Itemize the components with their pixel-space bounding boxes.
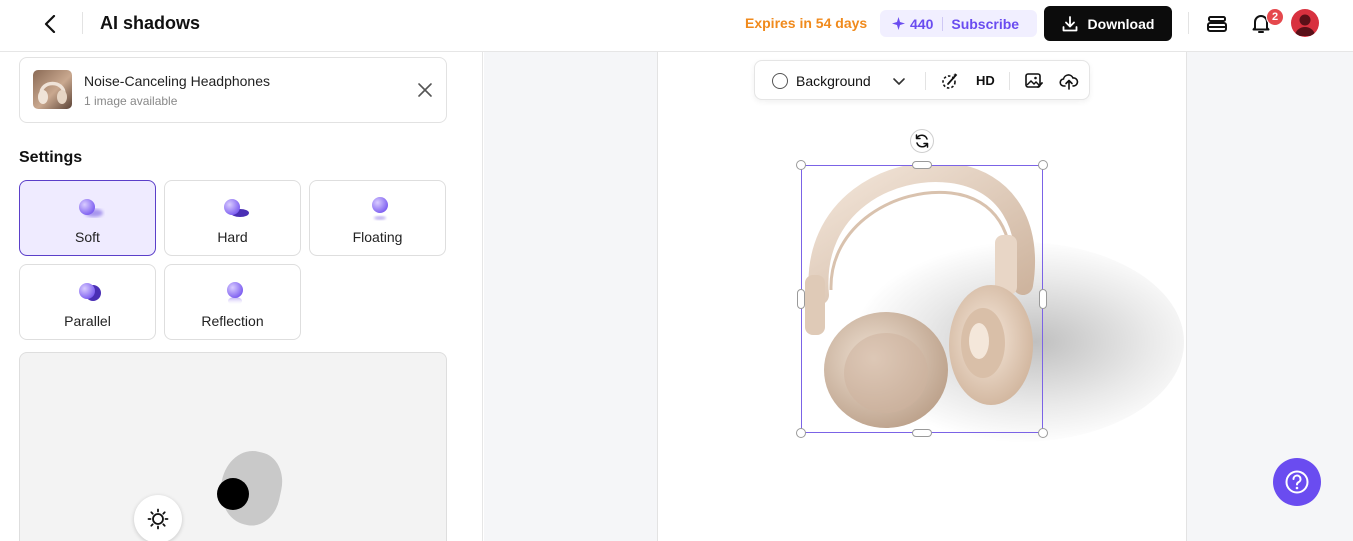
canvas-area: Background HD <box>484 52 1353 541</box>
close-icon <box>418 83 432 97</box>
light-source-handle[interactable] <box>134 495 182 541</box>
hard-shadow-icon <box>224 199 249 217</box>
header-divider <box>1188 12 1189 34</box>
option-label: Soft <box>75 229 100 245</box>
download-icon <box>1062 15 1077 31</box>
upload-button[interactable] <box>1059 71 1079 91</box>
pill-divider <box>942 16 944 31</box>
toolbar-divider <box>925 72 926 90</box>
selection-box[interactable] <box>801 165 1043 433</box>
resize-handle-top[interactable] <box>912 161 932 169</box>
floating-shadow-icon <box>372 197 388 220</box>
credits-balance: 440 <box>880 16 933 32</box>
shadow-option-hard[interactable]: Hard <box>164 180 301 256</box>
help-icon <box>1285 470 1309 494</box>
resize-handle-top-left[interactable] <box>796 160 806 170</box>
shadow-direction-preview[interactable] <box>19 352 447 541</box>
credits-count: 440 <box>910 15 934 32</box>
product-image-count: 1 image available <box>84 94 178 108</box>
header-divider <box>82 12 83 34</box>
background-radio[interactable] <box>772 73 788 89</box>
product-card: Noise-Canceling Headphones 1 image avail… <box>19 57 447 123</box>
top-header: AI shadows Expires in 54 days 440 Subscr… <box>0 0 1353 52</box>
resize-handle-bottom-right[interactable] <box>1038 428 1048 438</box>
expiry-notice: Expires in 54 days <box>745 15 868 31</box>
resize-handle-left[interactable] <box>797 289 805 309</box>
product-name: Noise-Canceling Headphones <box>84 73 271 89</box>
image-toolbar: Background HD <box>754 60 1090 100</box>
shadow-option-floating[interactable]: Floating <box>309 180 446 256</box>
cloud-upload-icon <box>1059 74 1079 90</box>
shadow-option-soft[interactable]: Soft <box>19 180 156 256</box>
download-button[interactable]: Download <box>1044 6 1172 41</box>
soft-shadow-icon <box>79 199 103 217</box>
hd-button[interactable]: HD <box>976 73 995 89</box>
shadow-option-parallel[interactable]: Parallel <box>19 264 156 340</box>
subscribe-link[interactable]: Subscribe <box>951 16 1019 32</box>
avatar[interactable] <box>1291 9 1319 37</box>
resize-handle-bottom-left[interactable] <box>796 428 806 438</box>
preview-object <box>217 478 249 510</box>
parallel-shadow-icon <box>79 283 101 301</box>
help-button[interactable] <box>1273 458 1321 506</box>
option-label: Reflection <box>201 313 264 329</box>
background-dropdown[interactable] <box>891 73 907 89</box>
magic-edit-button[interactable] <box>940 71 960 91</box>
settings-heading: Settings <box>19 149 83 166</box>
layers-icon <box>1207 16 1227 32</box>
user-icon <box>1295 14 1315 36</box>
product-thumbnail <box>33 70 72 109</box>
back-button[interactable] <box>38 11 64 37</box>
remove-product-button[interactable] <box>416 81 434 99</box>
settings-panel: Noise-Canceling Headphones 1 image avail… <box>0 52 483 541</box>
image-edit-icon <box>1025 73 1043 88</box>
credits-pill: 440 Subscribe <box>880 10 1037 37</box>
option-label: Parallel <box>64 313 111 329</box>
toolbar-divider <box>1009 72 1010 90</box>
shadow-option-reflection[interactable]: Reflection <box>164 264 301 340</box>
option-label: Floating <box>352 229 403 245</box>
chevron-down-icon <box>893 78 905 85</box>
option-label: Hard <box>217 229 248 245</box>
replace-image-button[interactable] <box>1024 71 1044 91</box>
magic-brush-icon <box>942 73 958 89</box>
reflection-shadow-icon <box>227 282 243 305</box>
rotate-handle[interactable] <box>910 129 934 153</box>
page-title: AI shadows <box>100 13 201 33</box>
resize-handle-bottom[interactable] <box>912 429 932 437</box>
resize-handle-right[interactable] <box>1039 289 1047 309</box>
rotate-icon <box>915 134 929 148</box>
layers-button[interactable] <box>1205 12 1229 36</box>
sun-icon <box>147 508 169 530</box>
notification-badge: 2 <box>1266 8 1284 26</box>
headphones-thumb-image <box>38 81 67 104</box>
download-label: Download <box>1087 15 1155 32</box>
chevron-left-icon <box>44 15 56 33</box>
background-label[interactable]: Background <box>796 73 871 90</box>
sparkle-icon <box>892 17 905 30</box>
resize-handle-top-right[interactable] <box>1038 160 1048 170</box>
